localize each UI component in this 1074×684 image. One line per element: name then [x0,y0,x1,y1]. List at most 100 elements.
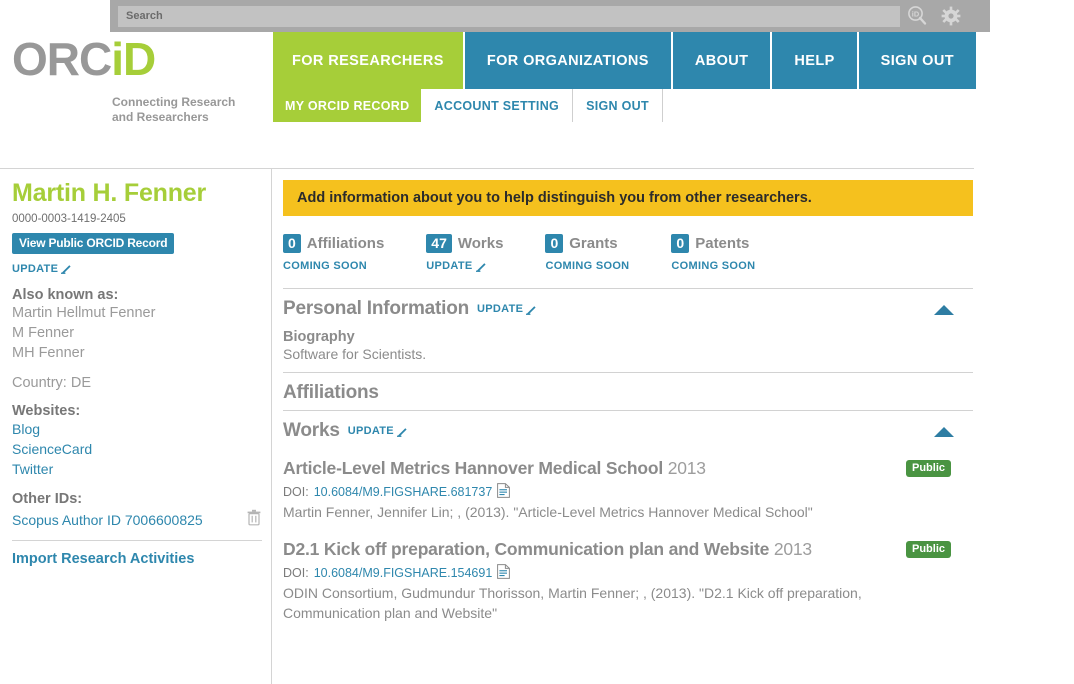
stat-sublabel: COMING SOON [671,260,756,273]
stat-count: 0 [545,234,564,254]
top-search-bar: iD [110,0,990,32]
stat-works: 47 Works UPDATE [426,234,503,272]
stat-count: 47 [426,234,452,254]
import-research-activities-link[interactable]: Import Research Activities [12,551,270,567]
country-row: Country: DE [12,375,270,391]
stat-sublabel: UPDATE [426,260,473,273]
other-id-value[interactable]: Scopus Author ID 7006600825 [12,510,203,530]
nav-item-for-organizations[interactable]: FOR ORGANIZATIONS [464,32,673,89]
website-link-twitter[interactable]: Twitter [12,459,270,479]
country-value: DE [70,374,91,391]
doi-link[interactable]: 10.6084/M9.FIGSHARE.681737 [314,485,493,499]
main-content: Add information about you to help distin… [283,180,973,629]
also-known-as-value: MH Fenner [12,344,85,361]
stat-label: Patents [695,235,750,253]
section-header-works: Works UPDATE [283,411,973,448]
edit-pencil-icon [61,265,71,274]
websites-label: Websites: [12,402,81,419]
subnav-item-account-setting[interactable]: ACCOUNT SETTING [421,89,574,122]
document-icon[interactable] [497,483,511,501]
works-update-link[interactable]: UPDATE [426,260,503,272]
section-title: Affiliations [283,382,379,404]
also-known-as-label: Also known as: [12,286,119,303]
doi-label: DOI: [283,565,309,580]
also-known-as-value: M Fenner [12,324,75,341]
nav-item-sign-out[interactable]: SIGN OUT [858,32,976,89]
work-doi-row: DOI: 10.6084/M9.FIGSHARE.154691 [283,563,973,582]
orcid-identifier: 0000-0003-1419-2405 [12,212,126,225]
work-title-row: D2.1 Kick off preparation, Communication… [283,539,883,561]
stat-sublabel: COMING SOON [545,260,630,273]
logo-orc-text: ORC [12,33,112,85]
search-input[interactable] [118,5,900,27]
stat-count: 0 [671,234,690,254]
main-navigation: FOR RESEARCHERS FOR ORGANIZATIONS ABOUT … [273,32,976,89]
tagline-line-2: and Researchers [112,110,209,124]
edit-pencil-icon [526,305,536,315]
work-item: D2.1 Kick off preparation, Communication… [283,529,973,630]
stats-row: 0 Affiliations COMING SOON 47 Works UPDA… [283,234,973,272]
edit-pencil-icon [396,427,407,437]
gear-icon[interactable] [934,0,968,32]
section-header-personal-information: Personal Information UPDATE [283,289,973,326]
stat-label: Affiliations [306,235,385,253]
update-label: UPDATE [477,303,524,316]
collapse-triangle-icon[interactable] [933,303,955,321]
also-known-as-value: Martin Hellmut Fenner [12,304,156,321]
work-item: Article-Level Metrics Hannover Medical S… [283,448,973,529]
svg-text:iD: iD [912,10,920,19]
work-year: 2013 [773,538,812,559]
personal-information-update-link[interactable]: UPDATE [477,303,537,315]
work-title: D2.1 Kick off preparation, Communication… [283,538,770,559]
sidebar-divider [12,540,262,542]
section-title: Works [283,420,340,442]
stat-count: 0 [283,234,301,254]
doi-label: DOI: [283,484,309,499]
nav-item-about[interactable]: ABOUT [672,32,773,89]
sub-navigation: MY ORCID RECORD ACCOUNT SETTING SIGN OUT [273,89,663,122]
other-id-row: Scopus Author ID 7006600825 [12,509,262,531]
collapse-triangle-icon[interactable] [933,425,955,443]
orcid-logo[interactable]: ORCiD [12,33,156,85]
info-banner: Add information about you to help distin… [283,180,973,216]
biography-label: Biography [283,329,355,346]
stat-label: Grants [569,235,618,253]
profile-update-link[interactable]: UPDATE [12,263,270,275]
website-link-sciencecard[interactable]: ScienceCard [12,439,270,459]
stat-grants: 0 Grants COMING SOON [545,234,629,272]
status-badge[interactable]: Public [905,540,951,558]
works-section-update-link[interactable]: UPDATE [348,425,408,437]
tagline-line-1: Connecting Research [112,95,236,109]
stat-patents: 0 Patents COMING SOON [671,234,755,272]
section-title: Personal Information [283,298,470,320]
column-divider [271,168,272,684]
nav-item-help[interactable]: HELP [772,32,859,89]
update-label: UPDATE [347,425,394,438]
work-citation: Martin Fenner, Jennifer Lin; , (2013). "… [283,503,813,520]
delete-icon[interactable] [246,509,262,531]
other-ids-label: Other IDs: [12,491,83,508]
profile-sidebar: Martin H. Fenner 0000-0003-1419-2405 Vie… [12,179,270,567]
subnav-item-my-orcid-record[interactable]: MY ORCID RECORD [273,89,422,122]
document-icon[interactable] [497,563,511,582]
stat-sublabel: COMING SOON [283,260,367,273]
work-citation: ODIN Consortium, Gudmundur Thorisson, Ma… [283,584,862,621]
website-link-blog[interactable]: Blog [12,419,270,439]
header-divider [0,168,974,169]
nav-item-for-researchers[interactable]: FOR RESEARCHERS [273,32,465,89]
country-label: Country: [12,374,67,391]
profile-update-label: UPDATE [12,262,59,275]
logo-id-text: iD [111,33,156,85]
brand-tagline: Connecting Research and Researchers [112,95,235,125]
stat-affiliations: 0 Affiliations COMING SOON [283,234,384,272]
page-title: Martin H. Fenner [12,179,207,207]
work-doi-row: DOI: 10.6084/M9.FIGSHARE.681737 [283,483,973,501]
work-year: 2013 [667,458,706,479]
section-header-affiliations: Affiliations [283,373,973,410]
doi-link[interactable]: 10.6084/M9.FIGSHARE.154691 [314,566,493,580]
subnav-item-sign-out[interactable]: SIGN OUT [573,89,663,122]
view-public-record-button[interactable]: View Public ORCID Record [12,232,175,254]
orcid-search-icon[interactable]: iD [900,0,934,32]
status-badge[interactable]: Public [905,460,951,478]
work-title-row: Article-Level Metrics Hannover Medical S… [283,458,883,480]
